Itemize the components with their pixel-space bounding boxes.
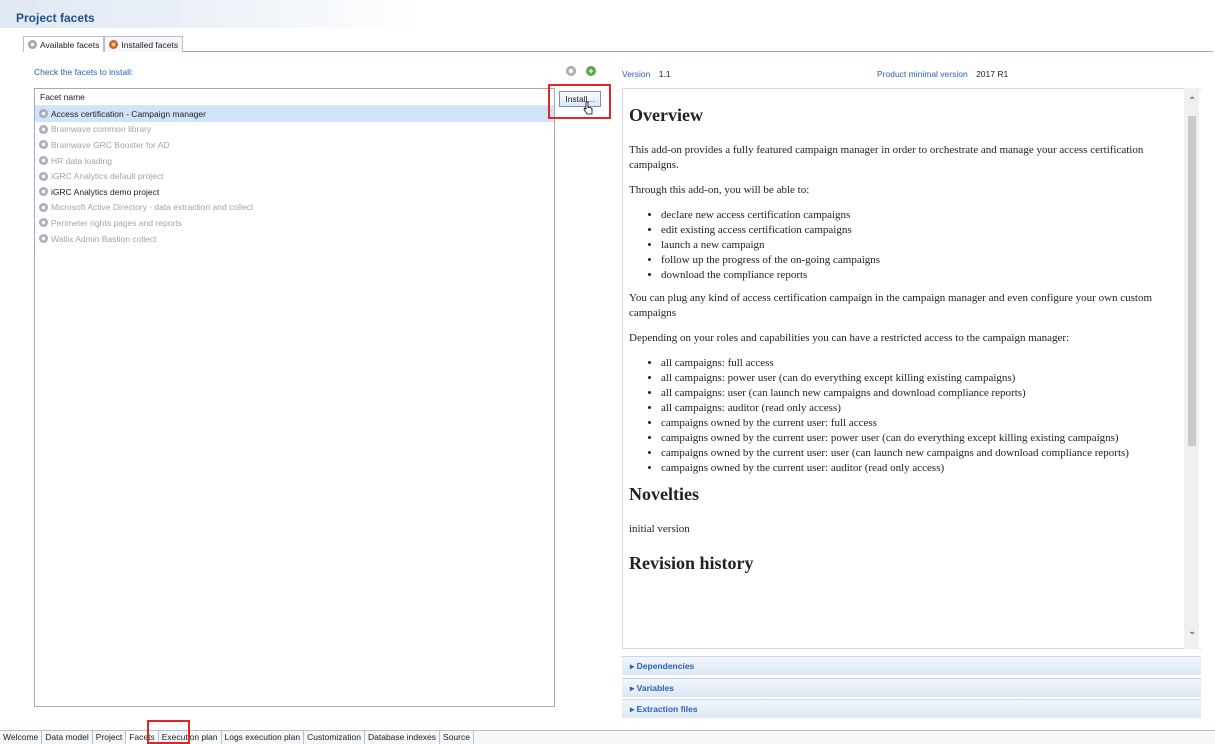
facet-label: Brainwave common library (51, 124, 152, 135)
list-item: download the compliance reports (661, 268, 1185, 283)
tab-installed-facets[interactable]: Installed facets (104, 36, 184, 52)
expand-arrow-icon: ▸ (630, 661, 635, 671)
refresh-gear-icon[interactable] (566, 66, 576, 76)
section-extraction-files[interactable]: ▸ Extraction files (622, 699, 1201, 718)
novelties-heading: Novelties (629, 484, 699, 504)
cursor-hand-icon (583, 101, 593, 115)
tab-label: Installed facets (121, 39, 179, 50)
facet-row[interactable]: Microsoft Active Directory - data extrac… (35, 200, 554, 216)
gear-grey-icon (28, 40, 37, 49)
version-label: Version (622, 69, 651, 79)
facet-label: Brainwave GRC Booster for AD (51, 139, 170, 150)
revision-history-heading: Revision history (629, 553, 754, 573)
tab-welcome[interactable]: Welcome (0, 731, 43, 744)
facet-row[interactable]: Brainwave GRC Booster for AD (35, 137, 554, 153)
list-item: follow up the progress of the on-going c… (661, 253, 1185, 268)
tab-data-model[interactable]: Data model (42, 731, 93, 744)
tab-project[interactable]: Project (93, 731, 127, 744)
facet-row[interactable]: HR data loading (35, 153, 554, 169)
section-label: Dependencies (636, 661, 695, 671)
facet-row[interactable]: Brainwave common library (35, 122, 554, 138)
list-item: declare new access certification campaig… (661, 208, 1185, 223)
gear-icon (39, 202, 48, 212)
facet-label: iGRC Analytics default project (51, 171, 164, 182)
gear-icon (39, 156, 48, 166)
list-item: campaigns owned by the current user: ful… (661, 416, 1185, 431)
overview-paragraph: You can plug any kind of access certific… (629, 292, 1153, 319)
section-label: Extraction files (636, 704, 698, 714)
list-item: all campaigns: power user (can do everyt… (661, 371, 1185, 386)
list-item: all campaigns: user (can launch new camp… (661, 386, 1185, 401)
gear-icon (39, 124, 48, 134)
product-version-label: Product minimal version (877, 69, 968, 79)
facet-row[interactable]: iGRC Analytics demo project (35, 184, 554, 200)
overview-paragraph: Through this add-on, you will be able to… (629, 184, 810, 196)
tab-customization[interactable]: Customization (304, 731, 365, 744)
features-list: declare new access certification campaig… (629, 208, 1185, 283)
facet-row[interactable]: iGRC Analytics default project (35, 168, 554, 184)
section-label: Variables (636, 683, 674, 693)
roles-list: all campaigns: full access all campaigns… (629, 356, 1185, 476)
gear-icon (39, 140, 48, 150)
column-header: Facet name (35, 89, 554, 106)
facet-label: Wallix Admin Bastion collect (51, 233, 157, 244)
section-variables[interactable]: ▸ Variables (622, 678, 1201, 697)
expand-arrow-icon: ▸ (630, 683, 635, 693)
gear-icon (39, 109, 48, 119)
tab-database-indexes[interactable]: Database indexes (365, 731, 441, 744)
gear-icon (39, 171, 48, 181)
install-button[interactable]: Install... (559, 91, 601, 107)
version-value: 1.1 (658, 69, 671, 79)
gear-icon (39, 234, 48, 244)
list-item: all campaigns: auditor (read only access… (661, 401, 1185, 416)
tab-label: Available facets (40, 39, 100, 50)
list-item: campaigns owned by the current user: pow… (661, 431, 1185, 446)
version-info: Version 1.1 (622, 69, 671, 79)
facet-label: Access certification - Campaign manager (51, 108, 206, 119)
facet-label: Perimeter rights pages and reports (51, 217, 182, 228)
facets-tab-highlight-box (147, 720, 190, 744)
facet-label: Microsoft Active Directory - data extrac… (51, 202, 254, 213)
section-dependencies[interactable]: ▸ Dependencies (622, 656, 1201, 675)
overview-paragraph: Depending on your roles and capabilities… (629, 332, 1070, 344)
list-item: edit existing access certification campa… (661, 223, 1185, 238)
facet-table: Facet name Access certification - Campai… (34, 88, 555, 707)
list-item: launch a new campaign (661, 238, 1185, 253)
scroll-up-arrow-icon[interactable]: ⌃ (1188, 96, 1196, 107)
scrollbar-thumb[interactable] (1188, 116, 1196, 446)
facet-row[interactable]: Perimeter rights pages and reports (35, 215, 554, 231)
product-version-info: Product minimal version 2017 R1 (877, 69, 1008, 79)
expand-arrow-icon: ▸ (630, 704, 635, 714)
tab-available-facets[interactable]: Available facets (23, 36, 105, 52)
gear-icon (39, 187, 48, 197)
product-version-value: 2017 R1 (976, 69, 1009, 79)
check-facets-label: Check the facets to install: (34, 67, 134, 77)
overview-heading: Overview (629, 105, 703, 125)
gear-icon (39, 218, 48, 228)
scroll-down-arrow-icon[interactable]: ⌄ (1188, 626, 1196, 637)
page-title: Project facets (16, 11, 95, 25)
novelties-text: initial version (629, 523, 690, 535)
facet-label: HR data loading (51, 155, 112, 166)
tab-logs-execution-plan[interactable]: Logs execution plan (222, 731, 305, 744)
description-viewer[interactable]: Overview This add-on provides a fully fe… (622, 88, 1201, 649)
facet-tabs: Available facets Installed facets (23, 36, 1213, 52)
facet-row[interactable]: Wallix Admin Bastion collect (35, 231, 554, 247)
list-item: campaigns owned by the current user: aud… (661, 461, 1185, 476)
add-icon[interactable]: + (586, 66, 596, 76)
list-item: all campaigns: full access (661, 356, 1185, 371)
tab-source[interactable]: Source (440, 731, 474, 744)
list-item: campaigns owned by the current user: use… (661, 446, 1185, 461)
overview-paragraph: This add-on provides a fully featured ca… (629, 144, 1144, 171)
facet-label: iGRC Analytics demo project (51, 186, 160, 197)
gear-orange-icon (109, 40, 119, 49)
facet-row-access-certification[interactable]: Access certification - Campaign manager (35, 106, 554, 122)
